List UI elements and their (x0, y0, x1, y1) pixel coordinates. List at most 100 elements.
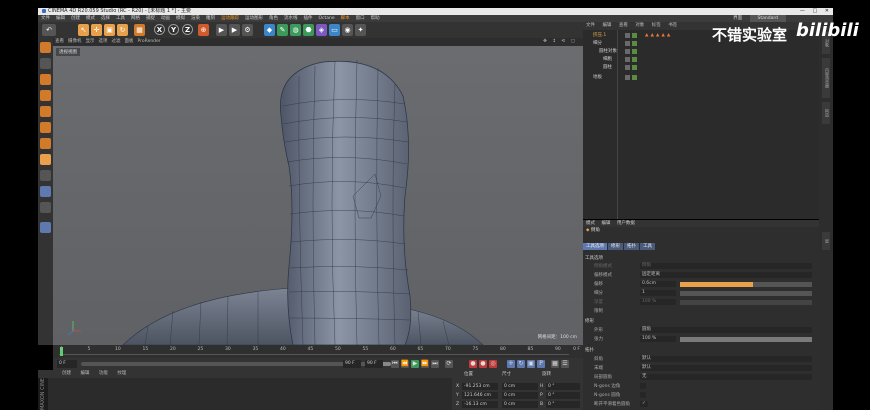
side-tab-layers[interactable]: 层 (822, 232, 830, 250)
key-pla-icon[interactable]: ▦ (551, 360, 559, 368)
snapping-icon[interactable] (40, 186, 51, 197)
texture-mode-icon[interactable] (40, 74, 51, 85)
key-param-icon[interactable]: P (537, 360, 545, 368)
record-icon[interactable]: ● (469, 360, 477, 368)
enable-check[interactable] (632, 75, 637, 80)
depth-slider[interactable] (680, 300, 812, 305)
position-x-field[interactable]: -91.253 cm (462, 383, 498, 390)
coordinate-system-icon[interactable]: ⊕ (198, 24, 209, 36)
depth-field[interactable]: 100 % (640, 299, 676, 305)
om-menu-tags[interactable]: 标签 (652, 23, 661, 28)
axis-mode-icon[interactable] (40, 154, 51, 165)
subdivision-generator-icon[interactable]: ◍ (290, 24, 301, 36)
subtab-tool-options[interactable]: 工具选项 (583, 243, 607, 250)
break-phong-checkbox[interactable]: ✓ (640, 401, 648, 407)
model-mode-icon[interactable] (40, 58, 51, 69)
menu-item[interactable]: 网格 (131, 16, 140, 21)
subtab-shaping[interactable]: 修形 (608, 243, 623, 250)
start-frame-field[interactable]: 0 F (57, 360, 77, 368)
points-mode-icon[interactable] (40, 106, 51, 117)
subtab-topology[interactable]: 拓扑 (624, 243, 639, 250)
workplane-lock-icon[interactable] (40, 202, 51, 213)
object-row[interactable]: 地板 (585, 74, 819, 82)
bevel-mode-dropdown[interactable]: 倒角 (640, 263, 812, 269)
render-to-picture-viewer-icon[interactable]: ▶ (229, 24, 240, 36)
keyframe-selection-icon[interactable]: ◎ (489, 360, 497, 368)
visibility-dot[interactable] (625, 33, 630, 38)
menu-item[interactable]: 工具 (116, 16, 125, 21)
tension-slider[interactable] (680, 337, 812, 342)
subdivision-field[interactable]: 1 (640, 290, 676, 296)
first-frame-icon[interactable]: ⏮ (391, 360, 399, 368)
visibility-dot[interactable] (625, 57, 630, 62)
side-tab-structure[interactable]: 构造 (822, 102, 830, 124)
material-pane[interactable] (48, 378, 452, 410)
render-settings-icon[interactable]: ⚙ (242, 24, 253, 36)
prev-key-icon[interactable]: ⏪ (401, 360, 409, 368)
x-axis-lock-icon[interactable]: X (154, 24, 165, 35)
viewport-menu-item[interactable]: ProRender (138, 39, 161, 44)
play-icon[interactable]: ▶ (411, 360, 419, 368)
end-cap-dropdown[interactable]: 默认 (640, 365, 812, 371)
object-row[interactable]: 圆柱 (585, 64, 819, 72)
menu-item[interactable]: 脚本 (341, 16, 350, 21)
material-menu-texture[interactable]: 纹理 (117, 371, 126, 376)
viewport-nav-icons[interactable]: ✥ ↕ ⟲ ▢ (543, 38, 577, 46)
auto-key-icon[interactable]: ● (479, 360, 487, 368)
om-menu-edit[interactable]: 编辑 (602, 23, 611, 28)
enable-check[interactable] (632, 57, 637, 62)
minimize-button[interactable]: — (800, 8, 805, 14)
offset-mode-dropdown[interactable]: 固定距离 (640, 272, 812, 278)
material-menu-edit[interactable]: 编辑 (80, 371, 89, 376)
rotation-b-field[interactable]: 0 ° (546, 401, 580, 408)
enable-check[interactable] (632, 41, 637, 46)
size-y-field[interactable]: 0 cm (502, 392, 538, 399)
menu-item[interactable]: 模式 (86, 16, 95, 21)
close-button[interactable]: ✕ (825, 8, 829, 14)
z-axis-lock-icon[interactable]: Z (182, 24, 193, 35)
menu-item[interactable]: 捕捉 (146, 16, 155, 21)
viewport-menu-item[interactable]: 过滤 (112, 39, 121, 44)
viewport-menu-item[interactable]: 摄像机 (68, 39, 82, 44)
side-tab-content-browser[interactable]: 内容浏览器 (822, 58, 830, 98)
menu-item[interactable]: 运动图形 (245, 16, 263, 21)
position-y-field[interactable]: 121.646 cm (462, 392, 498, 399)
layout-selector[interactable]: 界面 Standard (730, 15, 789, 22)
object-row[interactable]: 圆柱对象 (585, 48, 819, 56)
om-menu-view[interactable]: 查看 (619, 23, 628, 28)
floor-icon[interactable]: ▭ (329, 24, 340, 36)
offset-slider[interactable] (680, 282, 812, 287)
position-z-field[interactable]: -16.13 cm (462, 401, 498, 408)
render-view-icon[interactable]: ▶ (216, 24, 227, 36)
visibility-dot[interactable] (625, 41, 630, 46)
miter-dropdown[interactable]: 默认 (640, 356, 812, 362)
size-z-field[interactable]: 0 cm (502, 401, 538, 408)
ngons-rounding-checkbox[interactable] (640, 392, 646, 398)
recent-tools-icon[interactable]: ▦ (134, 24, 145, 36)
am-menu-userdata[interactable]: 用户数据 (617, 221, 635, 226)
viewport-menu-item[interactable]: 显示 (86, 39, 95, 44)
cube-primitive-icon[interactable]: ◆ (264, 24, 275, 36)
polygons-mode-icon[interactable] (40, 138, 51, 149)
solo-mode-icon[interactable] (40, 222, 51, 233)
viewport-menu-item[interactable]: 面板 (125, 39, 134, 44)
cloner-icon[interactable]: ⬣ (303, 24, 314, 36)
light-icon[interactable]: ✦ (355, 24, 366, 36)
end-frame-field[interactable]: 90 F (365, 360, 383, 368)
subdivision-slider[interactable] (680, 291, 812, 296)
y-axis-lock-icon[interactable]: Y (168, 24, 179, 35)
visibility-dot[interactable] (625, 75, 630, 80)
move-tool-icon[interactable]: ✛ (91, 24, 102, 36)
viewport-menu-item[interactable]: 选项 (99, 39, 108, 44)
am-menu-edit[interactable]: 编辑 (601, 221, 610, 226)
menu-item[interactable]: 编辑 (56, 16, 65, 21)
scale-tool-icon[interactable]: ▣ (104, 24, 115, 36)
partial-rounding-dropdown[interactable]: 无 (640, 374, 812, 380)
material-menu-create[interactable]: 创建 (62, 371, 71, 376)
select-tool-icon[interactable]: ↖ (78, 24, 89, 36)
rotation-h-field[interactable]: 0 ° (546, 383, 580, 390)
workplane-mode-icon[interactable] (40, 90, 51, 101)
menu-item[interactable]: 动画 (161, 16, 170, 21)
size-x-field[interactable]: 0 cm (502, 383, 538, 390)
camera-icon[interactable]: ◉ (342, 24, 353, 36)
